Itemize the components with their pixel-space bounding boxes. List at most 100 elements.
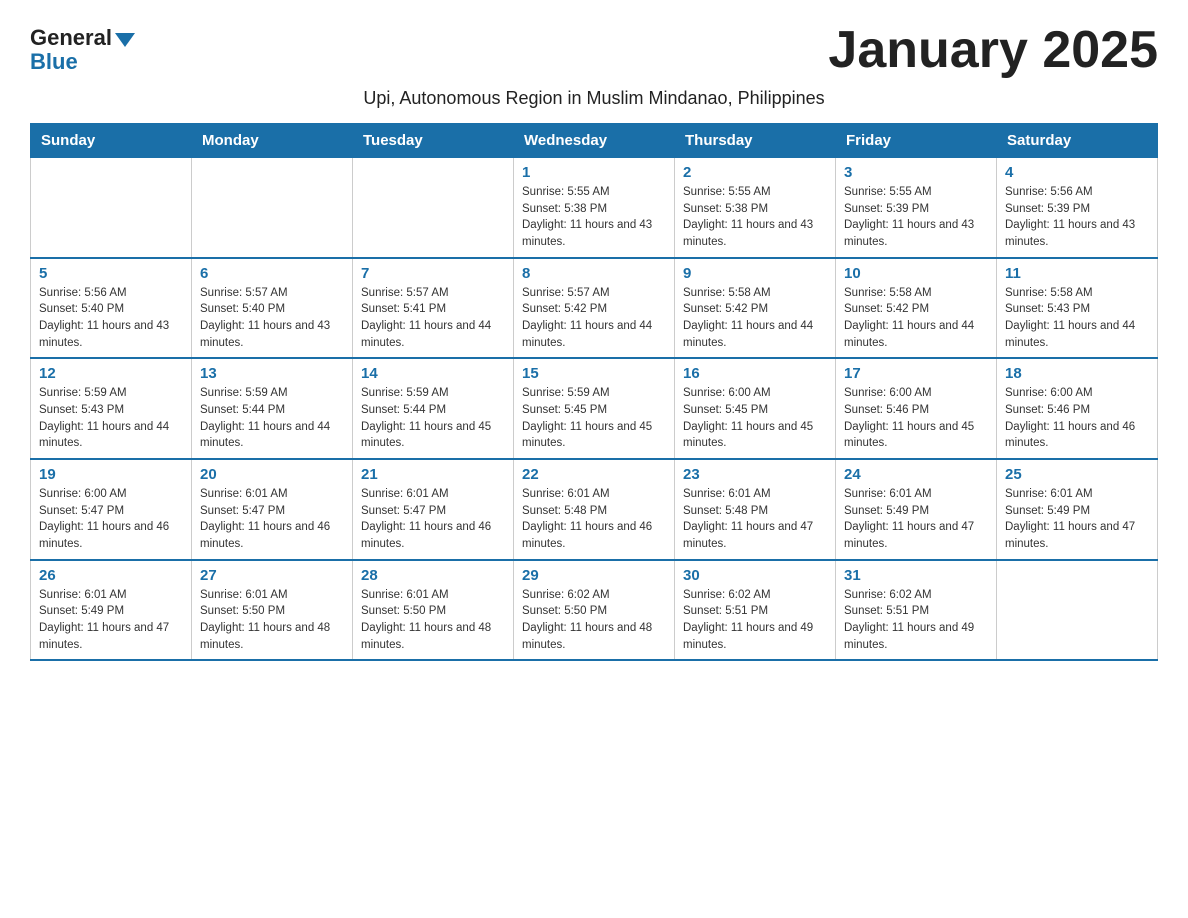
cell-day-number: 7 (361, 265, 505, 282)
cell-sun-info: Sunrise: 6:00 AMSunset: 5:47 PMDaylight:… (39, 486, 183, 553)
cell-sun-info: Sunrise: 6:02 AMSunset: 5:51 PMDaylight:… (844, 587, 988, 654)
calendar-cell: 19 Sunrise: 6:00 AMSunset: 5:47 PMDayligh… (31, 459, 192, 560)
logo-general: General (30, 25, 135, 51)
calendar-cell: 21Sunrise: 6:01 AMSunset: 5:47 PMDayligh… (353, 459, 514, 560)
cell-day-number: 8 (522, 265, 666, 282)
cell-sun-info: Sunrise: 6:01 AMSunset: 5:50 PMDaylight:… (361, 587, 505, 654)
calendar-cell: 10 Sunrise: 5:58 AMSunset: 5:42 PMDayligh… (836, 258, 997, 359)
cell-day-number: 14 (361, 365, 505, 382)
calendar-cell: 22 Sunrise: 6:01 AMSunset: 5:48 PMDayligh… (514, 459, 675, 560)
calendar-week-row: 26Sunrise: 6:01 AMSunset: 5:49 PMDayligh… (31, 560, 1158, 661)
calendar-cell: 31 Sunrise: 6:02 AMSunset: 5:51 PMDayligh… (836, 560, 997, 661)
cell-sun-info: Sunrise: 5:57 AMSunset: 5:42 PMDaylight:… (522, 285, 666, 352)
cell-sun-info: Sunrise: 6:00 AMSunset: 5:46 PMDaylight:… (1005, 385, 1149, 452)
cell-day-number: 11 (1005, 265, 1149, 282)
cell-sun-info: Sunrise: 6:01 AMSunset: 5:49 PMDaylight:… (39, 587, 183, 654)
calendar-header-cell: Wednesday (514, 124, 675, 158)
cell-day-number: 4 (1005, 164, 1149, 181)
cell-sun-info: Sunrise: 6:01 AMSunset: 5:47 PMDaylight:… (361, 486, 505, 553)
cell-day-number: 2 (683, 164, 827, 181)
cell-sun-info: Sunrise: 5:59 AMSunset: 5:44 PMDaylight:… (361, 385, 505, 452)
cell-day-number: 9 (683, 265, 827, 282)
calendar-cell: 1 Sunrise: 5:55 AMSunset: 5:38 PMDaylight… (514, 158, 675, 258)
calendar-cell: 30 Sunrise: 6:02 AMSunset: 5:51 PMDayligh… (675, 560, 836, 661)
cell-day-number: 20 (200, 466, 344, 483)
calendar-week-row: 12 Sunrise: 5:59 AMSunset: 5:43 PMDayligh… (31, 358, 1158, 459)
calendar-week-row: 5 Sunrise: 5:56 AMSunset: 5:40 PMDaylight… (31, 258, 1158, 359)
cell-sun-info: Sunrise: 5:58 AMSunset: 5:43 PMDaylight:… (1005, 285, 1149, 352)
calendar-cell: 17 Sunrise: 6:00 AMSunset: 5:46 PMDayligh… (836, 358, 997, 459)
calendar-cell: 13Sunrise: 5:59 AMSunset: 5:44 PMDayligh… (192, 358, 353, 459)
cell-day-number: 23 (683, 466, 827, 483)
cell-day-number: 30 (683, 567, 827, 584)
calendar-cell: 12 Sunrise: 5:59 AMSunset: 5:43 PMDayligh… (31, 358, 192, 459)
calendar-header-cell: Saturday (997, 124, 1158, 158)
calendar-cell: 8 Sunrise: 5:57 AMSunset: 5:42 PMDaylight… (514, 258, 675, 359)
cell-day-number: 1 (522, 164, 666, 181)
cell-sun-info: Sunrise: 6:01 AMSunset: 5:47 PMDaylight:… (200, 486, 344, 553)
cell-sun-info: Sunrise: 6:02 AMSunset: 5:51 PMDaylight:… (683, 587, 827, 654)
cell-day-number: 16 (683, 365, 827, 382)
cell-day-number: 12 (39, 365, 183, 382)
calendar-cell: 25 Sunrise: 6:01 AMSunset: 5:49 PMDayligh… (997, 459, 1158, 560)
cell-sun-info: Sunrise: 6:01 AMSunset: 5:50 PMDaylight:… (200, 587, 344, 654)
cell-day-number: 15 (522, 365, 666, 382)
calendar-cell (31, 158, 192, 258)
calendar-cell: 15Sunrise: 5:59 AMSunset: 5:45 PMDayligh… (514, 358, 675, 459)
cell-sun-info: Sunrise: 5:56 AMSunset: 5:39 PMDaylight:… (1005, 184, 1149, 251)
cell-sun-info: Sunrise: 5:55 AMSunset: 5:38 PMDaylight:… (522, 184, 666, 251)
calendar-cell: 2 Sunrise: 5:55 AMSunset: 5:38 PMDaylight… (675, 158, 836, 258)
cell-sun-info: Sunrise: 6:01 AMSunset: 5:48 PMDaylight:… (522, 486, 666, 553)
cell-day-number: 22 (522, 466, 666, 483)
calendar-cell: 26Sunrise: 6:01 AMSunset: 5:49 PMDayligh… (31, 560, 192, 661)
calendar-cell: 16Sunrise: 6:00 AMSunset: 5:45 PMDayligh… (675, 358, 836, 459)
cell-sun-info: Sunrise: 6:01 AMSunset: 5:48 PMDaylight:… (683, 486, 827, 553)
calendar-cell: 4 Sunrise: 5:56 AMSunset: 5:39 PMDaylight… (997, 158, 1158, 258)
cell-day-number: 18 (1005, 365, 1149, 382)
calendar-week-row: 19 Sunrise: 6:00 AMSunset: 5:47 PMDayligh… (31, 459, 1158, 560)
cell-sun-info: Sunrise: 5:57 AMSunset: 5:41 PMDaylight:… (361, 285, 505, 352)
calendar-cell: 9Sunrise: 5:58 AMSunset: 5:42 PMDaylight… (675, 258, 836, 359)
calendar-cell (997, 560, 1158, 661)
header: General Blue January 2025 (30, 20, 1158, 80)
page-title: January 2025 (828, 20, 1158, 80)
cell-sun-info: Sunrise: 5:55 AMSunset: 5:38 PMDaylight:… (683, 184, 827, 251)
cell-sun-info: Sunrise: 6:01 AMSunset: 5:49 PMDaylight:… (844, 486, 988, 553)
cell-day-number: 29 (522, 567, 666, 584)
cell-day-number: 3 (844, 164, 988, 181)
calendar-header-cell: Thursday (675, 124, 836, 158)
calendar-cell: 7 Sunrise: 5:57 AMSunset: 5:41 PMDaylight… (353, 258, 514, 359)
cell-day-number: 19 (39, 466, 183, 483)
calendar-cell: 6Sunrise: 5:57 AMSunset: 5:40 PMDaylight… (192, 258, 353, 359)
cell-day-number: 17 (844, 365, 988, 382)
cell-sun-info: Sunrise: 5:59 AMSunset: 5:44 PMDaylight:… (200, 385, 344, 452)
cell-day-number: 5 (39, 265, 183, 282)
cell-day-number: 25 (1005, 466, 1149, 483)
calendar-cell: 11 Sunrise: 5:58 AMSunset: 5:43 PMDayligh… (997, 258, 1158, 359)
calendar-cell: 5 Sunrise: 5:56 AMSunset: 5:40 PMDaylight… (31, 258, 192, 359)
calendar-cell: 29 Sunrise: 6:02 AMSunset: 5:50 PMDayligh… (514, 560, 675, 661)
cell-sun-info: Sunrise: 6:01 AMSunset: 5:49 PMDaylight:… (1005, 486, 1149, 553)
calendar-header-cell: Sunday (31, 124, 192, 158)
calendar-cell: 3Sunrise: 5:55 AMSunset: 5:39 PMDaylight… (836, 158, 997, 258)
cell-sun-info: Sunrise: 6:00 AMSunset: 5:46 PMDaylight:… (844, 385, 988, 452)
calendar-header-cell: Monday (192, 124, 353, 158)
cell-sun-info: Sunrise: 5:56 AMSunset: 5:40 PMDaylight:… (39, 285, 183, 352)
cell-sun-info: Sunrise: 5:59 AMSunset: 5:43 PMDaylight:… (39, 385, 183, 452)
calendar-week-row: 1 Sunrise: 5:55 AMSunset: 5:38 PMDaylight… (31, 158, 1158, 258)
calendar-cell: 20 Sunrise: 6:01 AMSunset: 5:47 PMDayligh… (192, 459, 353, 560)
logo: General Blue (30, 20, 135, 75)
calendar-cell (353, 158, 514, 258)
calendar-cell: 27Sunrise: 6:01 AMSunset: 5:50 PMDayligh… (192, 560, 353, 661)
cell-day-number: 31 (844, 567, 988, 584)
cell-day-number: 28 (361, 567, 505, 584)
cell-day-number: 10 (844, 265, 988, 282)
calendar-header-cell: Friday (836, 124, 997, 158)
cell-sun-info: Sunrise: 6:02 AMSunset: 5:50 PMDaylight:… (522, 587, 666, 654)
calendar-header-cell: Tuesday (353, 124, 514, 158)
subtitle: Upi, Autonomous Region in Muslim Mindana… (30, 88, 1158, 109)
cell-sun-info: Sunrise: 5:58 AMSunset: 5:42 PMDaylight:… (844, 285, 988, 352)
calendar-cell: 23 Sunrise: 6:01 AMSunset: 5:48 PMDayligh… (675, 459, 836, 560)
calendar-cell: 18 Sunrise: 6:00 AMSunset: 5:46 PMDayligh… (997, 358, 1158, 459)
logo-general-text: General (30, 25, 112, 51)
